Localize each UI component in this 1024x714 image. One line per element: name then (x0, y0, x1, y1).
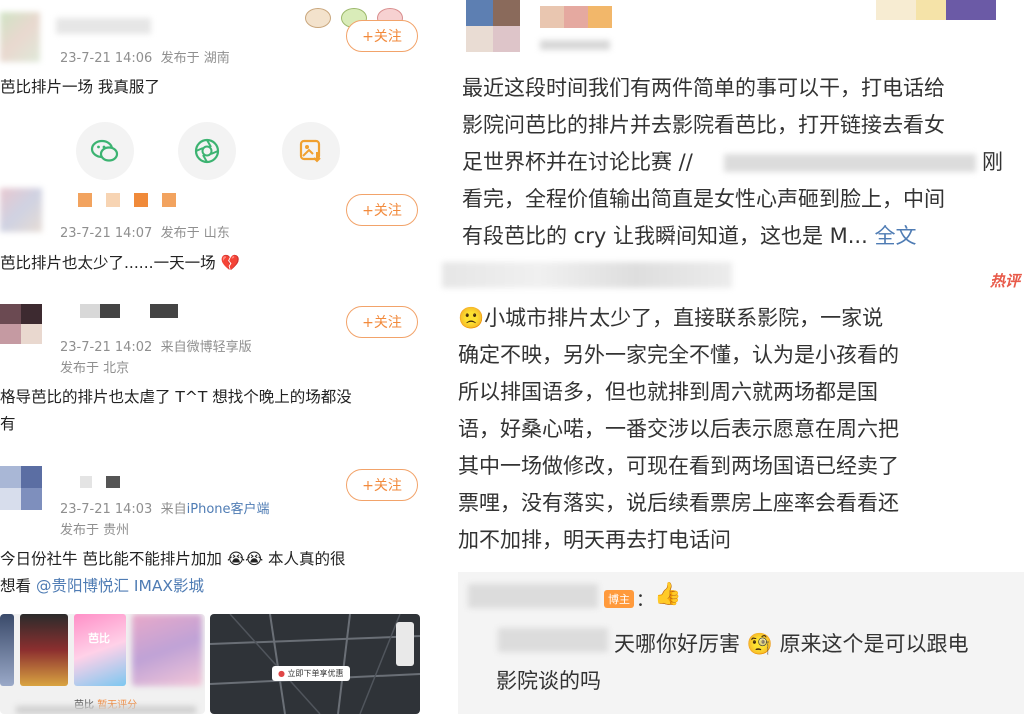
moments-icon (194, 138, 220, 164)
poster (0, 614, 14, 686)
comment-text: 🙁小城市排片太少了，直接联系影院，一家说 确定不映，另外一家完全不懂，认为是小孩… (458, 300, 1024, 559)
follow-button[interactable]: +关注 (346, 194, 418, 226)
avatar[interactable] (0, 12, 40, 62)
comment-line: 其中一场做修改，可现在看到两场国语已经卖了 (458, 454, 899, 478)
sad-face-icon: 🙁 (458, 306, 485, 330)
user-badges (876, 0, 996, 20)
post-text-line: 今日份社牛 芭比能不能排片加加 (0, 550, 222, 568)
poster (20, 614, 68, 686)
author-reply: 博主 ： 👍 天哪你好厉害 🧐 原来这个是可以跟电 影院谈的吗 (458, 572, 1024, 714)
username[interactable] (540, 6, 612, 28)
post-time: 23-7-21 14:03 (60, 502, 153, 517)
post-meta: 23-7-21 14:03 来自iPhone客户端 (60, 498, 270, 517)
post-location: 发布于 北京 (60, 361, 130, 376)
username[interactable] (80, 476, 130, 490)
post-text-tail: 刚 (982, 150, 1003, 174)
post-source: 发布于 湖南 (160, 51, 230, 66)
location-pin-icon: ● (278, 669, 285, 678)
map-pin-label: 立即下单享优惠 (287, 669, 344, 678)
comment-line: 加不加排，明天再去打电话问 (458, 528, 731, 552)
follow-button[interactable]: +关注 (346, 469, 418, 501)
post-text-line: 格导芭比的排片也太虐了 T^T 想找个晚上的场都没 (0, 388, 352, 406)
redacted-link[interactable] (724, 154, 976, 172)
curious-face-icon: 🧐 (746, 632, 773, 656)
broken-heart-icon: 💔 (220, 254, 240, 272)
post-text-line: 看完，全程价值输出简直是女性心声砸到脸上，中间 (462, 187, 945, 211)
comment-line: 🙁小城市排片太少了，直接联系影院，一家说 (458, 306, 884, 330)
post-text-line: 有段芭比的 cry 让我瞬间知道，这也是 M... 全文 (462, 224, 917, 248)
reply-text-line: 原来这个是可以跟电 (779, 632, 969, 656)
left-screenshot-panel: 23-7-21 14:06 发布于 湖南 +关注 芭比排片一场 我真服了 23-… (0, 0, 422, 714)
avatar[interactable] (0, 188, 42, 232)
post-source: 来自微博轻享版 (160, 340, 252, 355)
map-roads (210, 614, 420, 714)
replier-name[interactable] (468, 584, 598, 608)
reply-text-line: 天哪你好厉害 (614, 632, 740, 656)
comment-line: 确定不映，另外一家完全不懂，认为是小孩看的 (458, 343, 899, 367)
post-device-link[interactable]: iPhone客户端 (187, 502, 270, 517)
post-time: 23-7-21 14:07 (60, 226, 153, 241)
post-text-line: 足世界杯并在讨论比赛 // 刚 (462, 144, 1022, 181)
post-time: 23-7-21 14:06 (60, 51, 153, 66)
username[interactable] (78, 193, 198, 207)
moments-share-button[interactable] (178, 122, 236, 180)
poster (132, 614, 202, 686)
avatar[interactable] (466, 0, 520, 52)
wechat-icon (90, 139, 119, 162)
map-layers-button[interactable] (396, 622, 414, 666)
username[interactable] (80, 304, 180, 320)
comment-line: 所以排国语多，但也就排到周六就两场都是国 (458, 380, 878, 404)
post-meta: 23-7-21 14:06 发布于 湖南 (60, 47, 230, 66)
map-location-pin[interactable]: ● 立即下单享优惠 (272, 666, 350, 681)
post-text-line: 有 (0, 415, 16, 433)
mention-link[interactable]: @贵阳博悦汇 IMAX影城 (36, 577, 204, 595)
follow-button[interactable]: +关注 (346, 306, 418, 338)
post-meta: 23-7-21 14:07 发布于 山东 (60, 222, 230, 241)
post-source: 发布于 山东 (160, 226, 230, 241)
post-text: 今日份社牛 芭比能不能排片加加 😭😭 本人真的很 想看 @贵阳博悦汇 IMAX影… (0, 546, 346, 600)
save-image-button[interactable] (282, 122, 340, 180)
comment-line: 语，好桑心喏，一番交涉以后表示愿意在周六把 (458, 417, 899, 441)
avatar[interactable] (0, 304, 42, 344)
post-meta: 23-7-21 14:02 来自微博轻享版 (60, 336, 252, 355)
wechat-share-button[interactable] (76, 122, 134, 180)
reply-text-line: 影院谈的吗 (496, 669, 601, 693)
post-text: 最近这段时间我们有两件简单的事可以干，打电话给 影院问芭比的排片并去影院看芭比，… (462, 70, 1022, 255)
post-text-line: 最近这段时间我们有两件简单的事可以干，打电话给 (462, 76, 945, 100)
post-text: 格导芭比的排片也太虐了 T^T 想找个晚上的场都没 有 (0, 384, 352, 438)
expand-full-text-link[interactable]: 全文 (874, 224, 916, 248)
post-text: 芭比排片一场 我真服了 (0, 78, 160, 96)
commenter-name[interactable] (442, 262, 732, 288)
username[interactable] (56, 18, 151, 34)
avatar[interactable] (0, 466, 42, 510)
post-source-prefix: 来自 (160, 502, 187, 517)
post-text-content: 芭比排片也太少了......一天一场 (0, 254, 216, 272)
post-text-line: 想看 (0, 577, 32, 595)
reply-text: 天哪你好厉害 🧐 原来这个是可以跟电 影院谈的吗 (496, 626, 1024, 700)
right-screenshot-panel: 最近这段时间我们有两件简单的事可以干，打电话给 影院问芭比的排片并去影院看芭比，… (436, 0, 1024, 714)
post-time (540, 40, 610, 50)
post-text-line: 本人真的很 (268, 550, 346, 568)
author-badge: 博主 (604, 590, 634, 608)
map-image[interactable]: ● 立即下单享优惠 (210, 614, 420, 714)
caption-blur (16, 706, 196, 714)
hot-comment-badge: 热评 (989, 272, 1020, 290)
save-image-icon (299, 139, 321, 163)
thumbs-up-icon: 👍 (654, 582, 682, 607)
crying-face-icon: 😭😭 (226, 550, 264, 568)
movie-posters-image[interactable]: 芭比 芭比 暂无评分 (0, 614, 205, 714)
comment-line: 票哩，没有落实，说后续看票房上座率会看看还 (458, 491, 899, 515)
poster (74, 614, 126, 686)
post-text: 芭比排片也太少了......一天一场 💔 (0, 250, 240, 277)
reply-colon: ： (636, 590, 654, 611)
poster-title: 芭比 (88, 632, 110, 645)
post-text-line: 影院问芭比的排片并去影院看芭比，打开链接去看女 (462, 113, 945, 137)
post-location: 发布于 贵州 (60, 523, 130, 538)
post-time: 23-7-21 14:02 (60, 340, 153, 355)
follow-button[interactable]: +关注 (346, 20, 418, 52)
